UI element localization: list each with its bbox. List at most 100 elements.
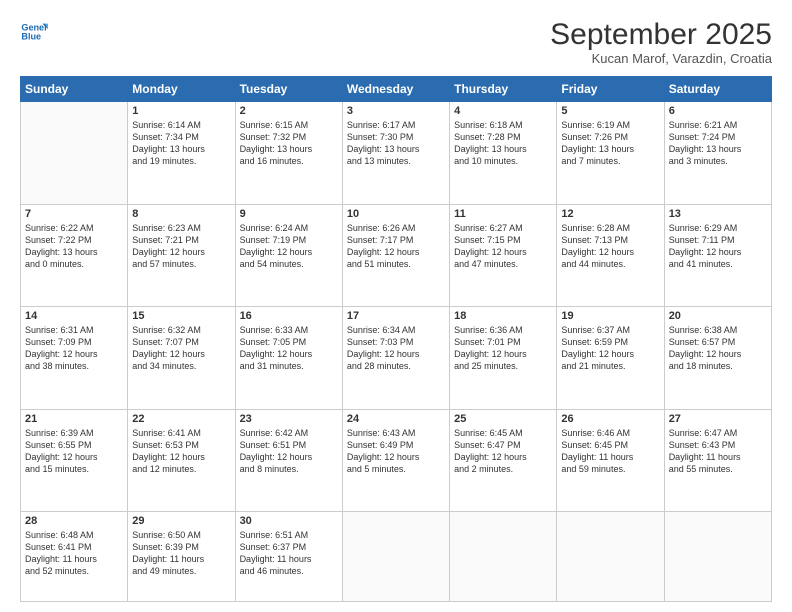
table-row: 10 Sunrise: 6:26 AMSunset: 7:17 PMDayligh… bbox=[342, 204, 449, 307]
location: Kucan Marof, Varazdin, Croatia bbox=[550, 51, 772, 66]
table-row: 17 Sunrise: 6:34 AMSunset: 7:03 PMDayligh… bbox=[342, 307, 449, 410]
table-row: 28Sunrise: 6:48 AMSunset: 6:41 PMDayligh… bbox=[21, 512, 128, 602]
day-number: 11 bbox=[454, 208, 552, 220]
table-row: 24 Sunrise: 6:43 AMSunset: 6:49 PMDayligh… bbox=[342, 409, 449, 512]
header-monday: Monday bbox=[128, 77, 235, 102]
day-number: 3 bbox=[347, 105, 445, 117]
title-block: September 2025 Kucan Marof, Varazdin, Cr… bbox=[550, 18, 772, 66]
table-row: 20 Sunrise: 6:38 AMSunset: 6:57 PMDayligh… bbox=[664, 307, 771, 410]
day-info: Sunrise: 6:21 AMSunset: 7:24 PMDaylight:… bbox=[669, 119, 767, 168]
day-number: 15 bbox=[132, 310, 230, 322]
table-row: 7 Sunrise: 6:22 AMSunset: 7:22 PMDaylight… bbox=[21, 204, 128, 307]
day-number: 27 bbox=[669, 413, 767, 425]
day-info: Sunrise: 6:42 AMSunset: 6:51 PMDaylight:… bbox=[240, 427, 338, 476]
table-row: 9 Sunrise: 6:24 AMSunset: 7:19 PMDaylight… bbox=[235, 204, 342, 307]
day-info: Sunrise: 6:39 AMSunset: 6:55 PMDaylight:… bbox=[25, 427, 123, 476]
day-info: Sunrise: 6:43 AMSunset: 6:49 PMDaylight:… bbox=[347, 427, 445, 476]
page-header: General Blue September 2025 Kucan Marof,… bbox=[20, 18, 772, 66]
day-number: 19 bbox=[561, 310, 659, 322]
table-row: 16 Sunrise: 6:33 AMSunset: 7:05 PMDayligh… bbox=[235, 307, 342, 410]
header-wednesday: Wednesday bbox=[342, 77, 449, 102]
day-number: 5 bbox=[561, 105, 659, 117]
day-info: Sunrise: 6:37 AMSunset: 6:59 PMDaylight:… bbox=[561, 324, 659, 373]
table-row: 14 Sunrise: 6:31 AMSunset: 7:09 PMDayligh… bbox=[21, 307, 128, 410]
day-info: Sunrise: 6:17 AMSunset: 7:30 PMDaylight:… bbox=[347, 119, 445, 168]
day-info: Sunrise: 6:50 AMSunset: 6:39 PMDaylight:… bbox=[132, 529, 230, 578]
day-number: 7 bbox=[25, 208, 123, 220]
calendar-table: Sunday Monday Tuesday Wednesday Thursday… bbox=[20, 76, 772, 602]
day-info: Sunrise: 6:22 AMSunset: 7:22 PMDaylight:… bbox=[25, 222, 123, 271]
day-number: 21 bbox=[25, 413, 123, 425]
day-number: 12 bbox=[561, 208, 659, 220]
day-number: 25 bbox=[454, 413, 552, 425]
table-row bbox=[342, 512, 449, 602]
day-info: Sunrise: 6:29 AMSunset: 7:11 PMDaylight:… bbox=[669, 222, 767, 271]
table-row: 23 Sunrise: 6:42 AMSunset: 6:51 PMDayligh… bbox=[235, 409, 342, 512]
logo-icon: General Blue bbox=[20, 18, 48, 46]
table-row: 30Sunrise: 6:51 AMSunset: 6:37 PMDayligh… bbox=[235, 512, 342, 602]
day-info: Sunrise: 6:48 AMSunset: 6:41 PMDaylight:… bbox=[25, 529, 123, 578]
table-row bbox=[664, 512, 771, 602]
table-row: 27 Sunrise: 6:47 AMSunset: 6:43 PMDayligh… bbox=[664, 409, 771, 512]
day-info: Sunrise: 6:46 AMSunset: 6:45 PMDaylight:… bbox=[561, 427, 659, 476]
svg-text:Blue: Blue bbox=[21, 32, 41, 42]
table-row bbox=[21, 102, 128, 205]
day-info: Sunrise: 6:26 AMSunset: 7:17 PMDaylight:… bbox=[347, 222, 445, 271]
day-number: 8 bbox=[132, 208, 230, 220]
day-number: 14 bbox=[25, 310, 123, 322]
month-title: September 2025 bbox=[550, 18, 772, 51]
table-row: 22Sunrise: 6:41 AMSunset: 6:53 PMDayligh… bbox=[128, 409, 235, 512]
header-friday: Friday bbox=[557, 77, 664, 102]
day-info: Sunrise: 6:28 AMSunset: 7:13 PMDaylight:… bbox=[561, 222, 659, 271]
day-info: Sunrise: 6:38 AMSunset: 6:57 PMDaylight:… bbox=[669, 324, 767, 373]
day-info: Sunrise: 6:47 AMSunset: 6:43 PMDaylight:… bbox=[669, 427, 767, 476]
header-tuesday: Tuesday bbox=[235, 77, 342, 102]
table-row: 8 Sunrise: 6:23 AMSunset: 7:21 PMDaylight… bbox=[128, 204, 235, 307]
day-number: 20 bbox=[669, 310, 767, 322]
day-number: 13 bbox=[669, 208, 767, 220]
table-row: 25 Sunrise: 6:45 AMSunset: 6:47 PMDayligh… bbox=[450, 409, 557, 512]
day-info: Sunrise: 6:45 AMSunset: 6:47 PMDaylight:… bbox=[454, 427, 552, 476]
day-info: Sunrise: 6:24 AMSunset: 7:19 PMDaylight:… bbox=[240, 222, 338, 271]
table-row: 11 Sunrise: 6:27 AMSunset: 7:15 PMDayligh… bbox=[450, 204, 557, 307]
day-number: 22 bbox=[132, 413, 230, 425]
table-row: 18 Sunrise: 6:36 AMSunset: 7:01 PMDayligh… bbox=[450, 307, 557, 410]
table-row: 6Sunrise: 6:21 AMSunset: 7:24 PMDaylight… bbox=[664, 102, 771, 205]
header-sunday: Sunday bbox=[21, 77, 128, 102]
day-number: 2 bbox=[240, 105, 338, 117]
day-info: Sunrise: 6:34 AMSunset: 7:03 PMDaylight:… bbox=[347, 324, 445, 373]
day-info: Sunrise: 6:23 AMSunset: 7:21 PMDaylight:… bbox=[132, 222, 230, 271]
logo: General Blue bbox=[20, 18, 48, 46]
table-row: 3 Sunrise: 6:17 AMSunset: 7:30 PMDaylight… bbox=[342, 102, 449, 205]
day-info: Sunrise: 6:32 AMSunset: 7:07 PMDaylight:… bbox=[132, 324, 230, 373]
table-row bbox=[557, 512, 664, 602]
table-row: 26 Sunrise: 6:46 AMSunset: 6:45 PMDayligh… bbox=[557, 409, 664, 512]
day-number: 18 bbox=[454, 310, 552, 322]
day-number: 23 bbox=[240, 413, 338, 425]
day-number: 9 bbox=[240, 208, 338, 220]
table-row: 2Sunrise: 6:15 AMSunset: 7:32 PMDaylight… bbox=[235, 102, 342, 205]
table-row: 1Sunrise: 6:14 AMSunset: 7:34 PMDaylight… bbox=[128, 102, 235, 205]
day-info: Sunrise: 6:36 AMSunset: 7:01 PMDaylight:… bbox=[454, 324, 552, 373]
day-number: 17 bbox=[347, 310, 445, 322]
table-row: 4Sunrise: 6:18 AMSunset: 7:28 PMDaylight… bbox=[450, 102, 557, 205]
day-info: Sunrise: 6:31 AMSunset: 7:09 PMDaylight:… bbox=[25, 324, 123, 373]
day-info: Sunrise: 6:19 AMSunset: 7:26 PMDaylight:… bbox=[561, 119, 659, 168]
day-info: Sunrise: 6:18 AMSunset: 7:28 PMDaylight:… bbox=[454, 119, 552, 168]
day-info: Sunrise: 6:33 AMSunset: 7:05 PMDaylight:… bbox=[240, 324, 338, 373]
day-number: 30 bbox=[240, 515, 338, 527]
day-number: 16 bbox=[240, 310, 338, 322]
table-row: 21 Sunrise: 6:39 AMSunset: 6:55 PMDayligh… bbox=[21, 409, 128, 512]
day-number: 10 bbox=[347, 208, 445, 220]
table-row: 29 Sunrise: 6:50 AMSunset: 6:39 PMDayligh… bbox=[128, 512, 235, 602]
header-thursday: Thursday bbox=[450, 77, 557, 102]
day-number: 29 bbox=[132, 515, 230, 527]
table-row: 15 Sunrise: 6:32 AMSunset: 7:07 PMDayligh… bbox=[128, 307, 235, 410]
table-row: 13 Sunrise: 6:29 AMSunset: 7:11 PMDayligh… bbox=[664, 204, 771, 307]
table-row: 5 Sunrise: 6:19 AMSunset: 7:26 PMDaylight… bbox=[557, 102, 664, 205]
day-info: Sunrise: 6:14 AMSunset: 7:34 PMDaylight:… bbox=[132, 119, 230, 168]
day-number: 26 bbox=[561, 413, 659, 425]
table-row bbox=[450, 512, 557, 602]
day-info: Sunrise: 6:27 AMSunset: 7:15 PMDaylight:… bbox=[454, 222, 552, 271]
day-number: 24 bbox=[347, 413, 445, 425]
